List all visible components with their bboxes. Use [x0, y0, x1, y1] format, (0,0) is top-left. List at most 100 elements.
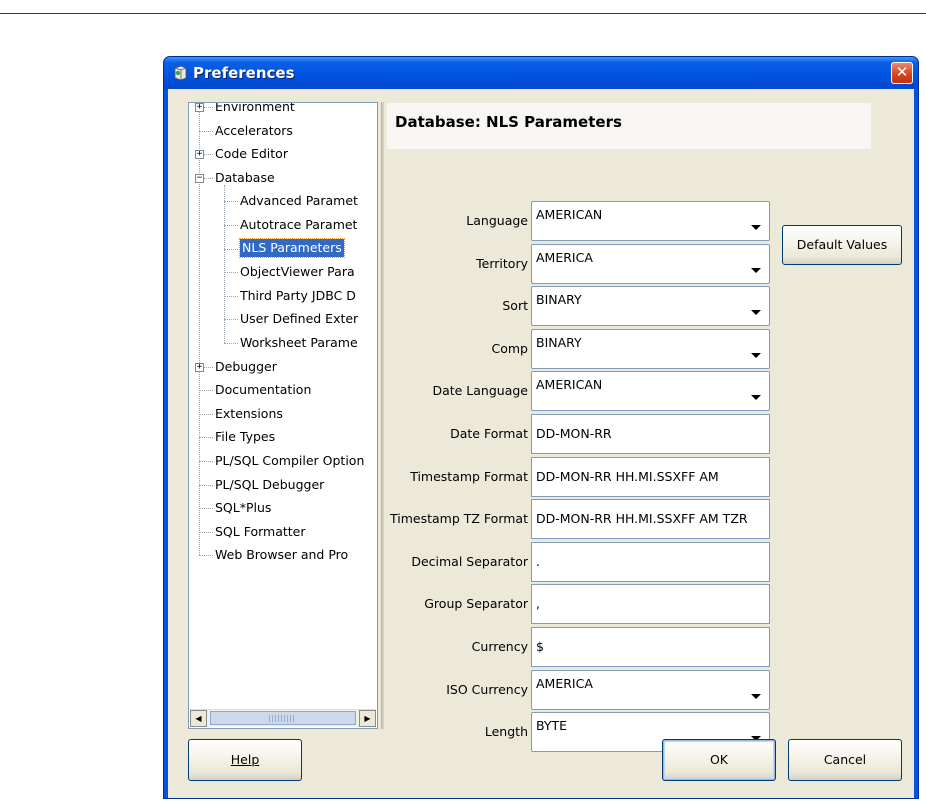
field-label: Language: [466, 213, 528, 228]
tree-guide-line: [199, 413, 213, 415]
field-value: .: [536, 553, 540, 569]
scroll-thumb[interactable]: [210, 711, 356, 725]
tree-guide-line: [199, 531, 213, 533]
tree-guide-line: [224, 248, 238, 250]
tree-item[interactable]: PL/SQL Debugger: [215, 474, 324, 496]
tree-item[interactable]: Autotrace Paramet: [240, 214, 357, 236]
tree-guide-line: [224, 343, 238, 344]
tree-guide-line: [199, 390, 213, 392]
field-label: Territory: [476, 255, 528, 271]
tree-guide-line: [224, 295, 238, 297]
field-value: AMERICA: [536, 675, 593, 691]
tree-guide-line: [224, 225, 238, 226]
ok-button[interactable]: OK: [662, 739, 776, 781]
text-field[interactable]: .: [531, 541, 770, 582]
tree-item[interactable]: SQL Formatter: [215, 521, 306, 543]
expand-icon[interactable]: +: [195, 362, 204, 372]
tree-guide-line: [199, 484, 213, 486]
tree-item[interactable]: SQL*Plus: [215, 497, 271, 519]
close-button[interactable]: ✕: [891, 62, 913, 84]
help-label: Help: [230, 752, 260, 767]
default-values-button[interactable]: Default Values: [782, 225, 902, 265]
chevron-down-icon[interactable]: [751, 352, 761, 358]
tree-item[interactable]: Third Party JDBC D: [240, 285, 356, 307]
close-icon: ✕: [895, 63, 909, 81]
pane-splitter[interactable]: [381, 102, 384, 729]
field-value: BINARY: [536, 334, 582, 350]
title-bar[interactable]: Preferences ✕: [164, 57, 918, 89]
dropdown-select[interactable]: BINARY: [531, 286, 770, 327]
field-value: DD-MON-RR HH.MI.SSXFF AM: [536, 468, 719, 484]
field-label: Sort: [502, 298, 528, 314]
scroll-right-button[interactable]: ▶: [359, 710, 376, 727]
dropdown-select[interactable]: BINARY: [531, 328, 770, 369]
tree-item[interactable]: Accelerators: [215, 120, 293, 142]
field-value: DD-MON-RR HH.MI.SSXFF AM TZR: [536, 511, 748, 527]
expand-icon[interactable]: +: [195, 150, 204, 160]
tree-item[interactable]: Web Browser and Pro: [215, 544, 348, 566]
field-value: $: [536, 639, 544, 654]
field-label: Date Language: [432, 383, 528, 399]
dropdown-select[interactable]: AMERICAN: [531, 371, 770, 412]
tree-item[interactable]: PL/SQL Compiler Option: [215, 450, 364, 472]
dropdown-select[interactable]: AMERICA: [531, 243, 770, 284]
tree-item[interactable]: Documentation: [215, 379, 311, 401]
chevron-down-icon[interactable]: [751, 310, 761, 316]
horizontal-scrollbar[interactable]: ◀ ▶: [190, 709, 376, 727]
tree-item[interactable]: ObjectViewer Para: [240, 261, 355, 283]
tree-guide-line: [224, 272, 238, 274]
preferences-dialog: Preferences ✕ + Environment Accelerators + C…: [163, 56, 919, 799]
chevron-down-icon[interactable]: [751, 267, 761, 273]
tree-guide-line: [224, 201, 238, 203]
field-value: BINARY: [536, 292, 582, 308]
text-field[interactable]: DD-MON-RR: [531, 414, 770, 454]
scroll-left-button[interactable]: ◀: [190, 710, 207, 727]
field-label: Comp: [491, 340, 529, 356]
dialog-body: + Environment Accelerators + Code Editor − Dat…: [168, 89, 914, 798]
tree-item[interactable]: NLS Parameters: [239, 237, 345, 258]
tree-guide-line: [199, 508, 213, 510]
field-label: Length: [484, 724, 528, 740]
pane-header: Database: NLS Parameters: [387, 103, 871, 149]
chevron-down-icon[interactable]: [751, 395, 761, 401]
chevron-down-icon[interactable]: [751, 693, 761, 699]
dropdown-select[interactable]: AMERICA: [531, 669, 770, 710]
text-field[interactable]: $: [531, 627, 770, 667]
text-field[interactable]: ,: [531, 584, 770, 625]
tree-guide-line: [199, 555, 213, 557]
dropdown-select[interactable]: AMERICAN: [531, 201, 770, 241]
arrow-right-icon: ▶: [364, 714, 371, 723]
tree-item[interactable]: User Defined Exter: [240, 308, 358, 330]
tree-item[interactable]: File Types: [215, 426, 275, 448]
text-field[interactable]: DD-MON-RR HH.MI.SSXFF AM: [531, 456, 770, 497]
field-label: Currency: [471, 639, 528, 654]
scroll-grip: [269, 715, 295, 722]
help-button[interactable]: Help: [188, 739, 302, 781]
pane-title: Database: NLS Parameters: [395, 113, 622, 131]
top-divider: [0, 13, 926, 14]
dialog-title: Preferences: [193, 64, 295, 82]
preferences-tree[interactable]: + Environment Accelerators + Code Editor − Dat…: [188, 102, 378, 729]
tree-guide-line: [199, 461, 213, 462]
tree-guide-line: [199, 437, 213, 439]
tree-item[interactable]: Debugger: [215, 356, 277, 378]
cancel-button[interactable]: Cancel: [788, 739, 902, 781]
tree-item[interactable]: Environment: [215, 103, 295, 118]
text-field[interactable]: DD-MON-RR HH.MI.SSXFF AM TZR: [531, 499, 770, 540]
tree-item[interactable]: Worksheet Parame: [240, 332, 358, 354]
tree-guide-line: [199, 130, 213, 132]
field-value: AMERICAN: [536, 207, 603, 222]
field-label: Date Format: [450, 426, 528, 441]
field-label: Decimal Separator: [411, 553, 528, 569]
field-label: ISO Currency: [446, 681, 528, 697]
collapse-icon[interactable]: −: [195, 173, 204, 183]
tree-item[interactable]: Code Editor: [215, 143, 288, 165]
chevron-down-icon[interactable]: [751, 225, 761, 230]
expand-icon[interactable]: +: [195, 103, 204, 112]
tree-item[interactable]: Extensions: [215, 403, 283, 425]
app-icon: [174, 65, 187, 81]
field-value: DD-MON-RR: [536, 426, 612, 441]
tree-item[interactable]: Database: [215, 167, 275, 189]
field-label: Timestamp TZ Format: [390, 511, 528, 527]
tree-item[interactable]: Advanced Paramet: [240, 190, 358, 212]
